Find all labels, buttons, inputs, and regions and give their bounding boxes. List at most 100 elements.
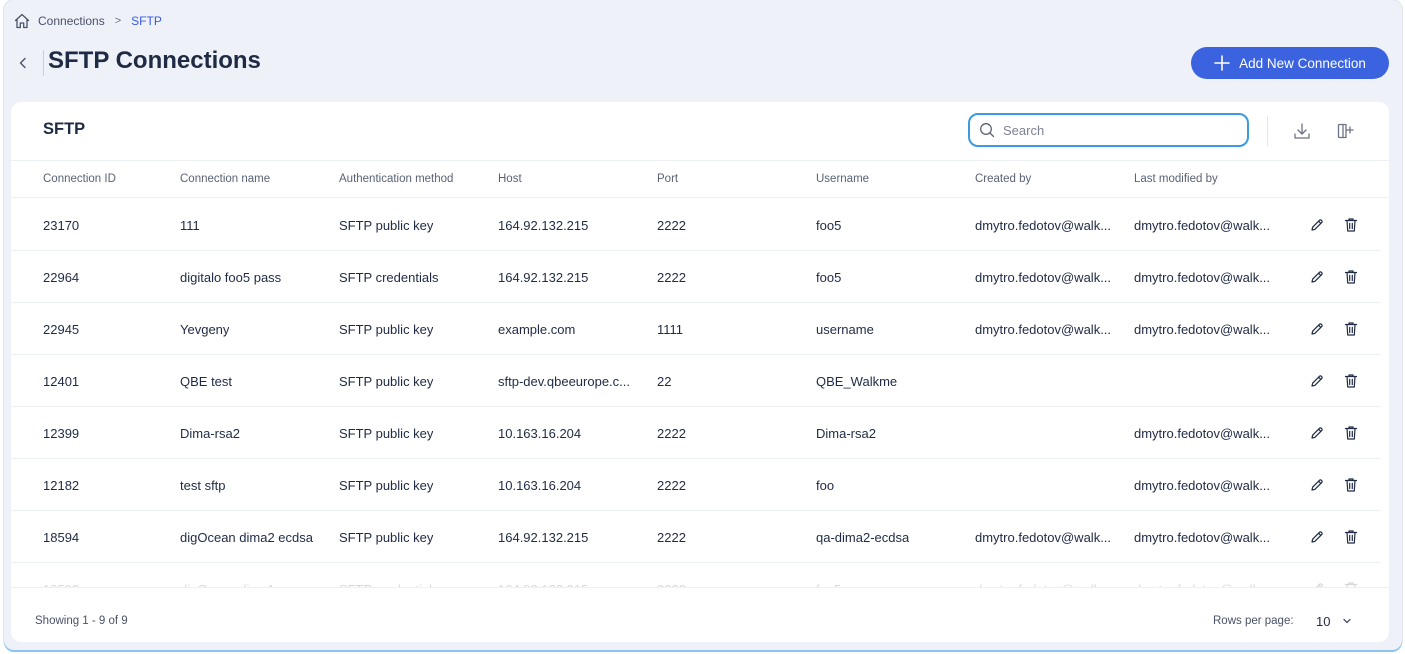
cell-host: 164.92.132.215 (498, 218, 589, 233)
cell-connection-id: 12182 (43, 478, 80, 493)
pencil-icon[interactable] (1308, 268, 1326, 286)
title-divider (43, 50, 44, 76)
column-header-connection-name[interactable]: Connection name (180, 173, 270, 185)
column-header-authentication-method[interactable]: Authentication method (339, 173, 453, 185)
table-row[interactable]: 18593digOcean dima1 passSFTP credentials… (11, 563, 1381, 587)
cell-connection-name: Dima-rsa2 (180, 426, 240, 441)
trash-icon[interactable] (1342, 580, 1360, 587)
toolbar-divider (1267, 116, 1268, 146)
column-header-username[interactable]: Username (816, 173, 869, 185)
cell-host: 10.163.16.204 (498, 426, 582, 441)
table-row[interactable]: 12399 Dima-rsa2 SFTP public key 10.163.16.2… (11, 407, 1381, 459)
cell-connection-name: Yevgeny (180, 322, 230, 337)
table-row[interactable]: 22964 digitalo foo5 pass SFTP credentials 1… (11, 251, 1381, 303)
cell-connection-id: 22945 (43, 322, 80, 337)
card-title: SFTP (43, 120, 86, 138)
cell-host: example.com (498, 322, 576, 337)
breadcrumb-separator: > (114, 15, 122, 27)
pencil-icon[interactable] (1308, 320, 1326, 338)
pencil-icon[interactable] (1308, 580, 1326, 587)
cell-host: 164.92.132.215 (498, 530, 589, 545)
column-header-created-by[interactable]: Created by (975, 173, 1031, 185)
app-frame: Connections > SFTP SFTP Connections Add … (4, 0, 1402, 650)
trash-icon[interactable] (1342, 268, 1360, 286)
back-button[interactable] (14, 52, 32, 74)
table-row[interactable]: 23170 111 SFTP public key 164.92.132.215 222… (11, 199, 1381, 251)
search-box[interactable] (968, 113, 1249, 147)
cell-created-by: dmytro.fedotov@walk... (975, 270, 1112, 285)
connections-card: SFTP Connection ID Connection name Authe… (11, 102, 1389, 642)
cell-last-modified-by: dmytro.fedotov@walk... (1134, 322, 1271, 337)
table-row[interactable]: 12401 QBE test SFTP public key sftp-dev.qbe… (11, 355, 1381, 407)
chevron-left-icon (19, 57, 26, 69)
cell-connection-id: 23170 (43, 218, 80, 233)
trash-icon[interactable] (1342, 320, 1360, 338)
cell-port: 2222 (657, 530, 686, 545)
table-row[interactable]: 18594 digOcean dima2 ecdsa SFTP public key… (11, 511, 1381, 563)
cell-port: 1111 (657, 322, 684, 337)
cell-last-modified-by: dmytro.fedotov@walk... (1134, 270, 1271, 285)
column-header-last-modified-by[interactable]: Last modified by (1134, 173, 1218, 185)
table-body: 23170 111 SFTP public key 164.92.132.215 222… (11, 199, 1389, 587)
breadcrumb-item-connections[interactable]: Connections (38, 14, 105, 28)
column-header-port[interactable]: Port (657, 173, 678, 185)
cell-last-modified-by: dmytro.fedotov@walk... (1134, 426, 1271, 441)
table-footer: Showing 1 - 9 of 9 Rows per page: 10 (11, 587, 1389, 642)
trash-icon[interactable] (1342, 372, 1360, 390)
breadcrumb-item-sftp: SFTP (131, 14, 162, 28)
cell-username: foo5 (816, 218, 842, 233)
cell-authentication-method: SFTP public key (339, 374, 434, 389)
cell-host: sftp-dev.qbeeurope.c... (498, 374, 631, 389)
cell-port: 2222 (657, 426, 686, 441)
cell-port: 2222 (657, 218, 686, 233)
rows-per-page-value: 10 (1316, 613, 1331, 629)
pencil-icon[interactable] (1308, 528, 1326, 546)
cell-created-by: dmytro.fedotov@walk... (975, 218, 1112, 233)
pencil-icon[interactable] (1308, 216, 1326, 234)
cell-connection-name: QBE test (180, 374, 233, 389)
cell-username: Dima-rsa2 (816, 426, 876, 441)
cell-last-modified-by: dmytro.fedotov@walk... (1134, 530, 1271, 545)
page-title: SFTP Connections (48, 47, 261, 74)
add-new-connection-button[interactable]: Add New Connection (1191, 47, 1389, 79)
pencil-icon[interactable] (1308, 372, 1326, 390)
cell-authentication-method: SFTP credentials (339, 270, 439, 285)
column-header-connection-id[interactable]: Connection ID (43, 173, 116, 185)
cell-connection-id: 12401 (43, 374, 80, 389)
cell-created-by: dmytro.fedotov@walk... (975, 530, 1112, 545)
cell-authentication-method: SFTP public key (339, 322, 434, 337)
cell-username: foo (816, 478, 835, 493)
cell-username: foo5 (816, 270, 842, 285)
search-icon (980, 123, 995, 138)
home-icon[interactable] (12, 11, 32, 31)
download-button[interactable] (1290, 119, 1314, 143)
cell-authentication-method: SFTP public key (339, 530, 434, 545)
table-row[interactable]: 22945 Yevgeny SFTP public key example.com 11… (11, 303, 1381, 355)
rows-per-page-select[interactable]: 10 (1316, 610, 1360, 632)
chevron-down-icon (1343, 618, 1352, 624)
trash-icon[interactable] (1342, 528, 1360, 546)
plus-icon (1214, 55, 1230, 71)
pencil-icon[interactable] (1308, 424, 1326, 442)
table-row[interactable]: 12182 test sftp SFTP public key 10.163.16.2… (11, 459, 1381, 511)
cell-connection-name: 111 (180, 218, 200, 233)
trash-icon[interactable] (1342, 476, 1360, 494)
cell-connection-name: digOcean dima2 ecdsa (180, 530, 313, 545)
columns-add-icon (1337, 123, 1354, 139)
search-input[interactable] (1003, 122, 1233, 138)
cell-last-modified-by: dmytro.fedotov@walk... (1134, 478, 1271, 493)
download-icon (1294, 123, 1310, 139)
pencil-icon[interactable] (1308, 476, 1326, 494)
cell-username: QBE_Walkme (816, 374, 898, 389)
trash-icon[interactable] (1342, 216, 1360, 234)
columns-settings-button[interactable] (1333, 119, 1357, 143)
column-header-host[interactable]: Host (498, 173, 522, 185)
trash-icon[interactable] (1342, 424, 1360, 442)
cell-connection-id: 18594 (43, 530, 80, 545)
cell-port: 2222 (657, 478, 686, 493)
breadcrumb: Connections > SFTP (12, 11, 162, 31)
add-new-connection-label: Add New Connection (1239, 55, 1366, 71)
table-header: Connection ID Connection name Authentica… (11, 160, 1389, 198)
pagination-summary: Showing 1 - 9 of 9 (35, 615, 128, 627)
cell-authentication-method: SFTP public key (339, 426, 434, 441)
